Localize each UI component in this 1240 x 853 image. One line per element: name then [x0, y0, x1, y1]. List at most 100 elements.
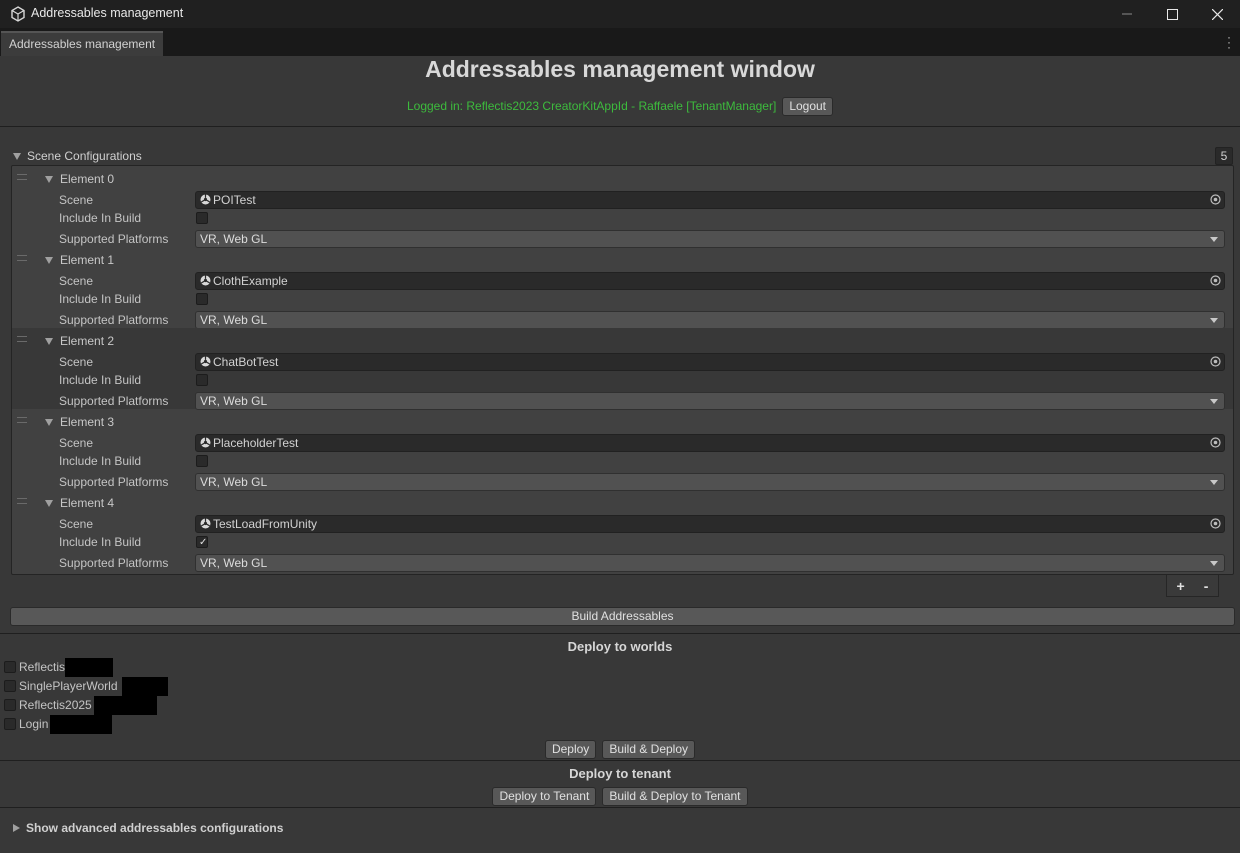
divider — [0, 807, 1240, 808]
scene-configurations-list: Element 0 Scene POITest Include In Build Sup… — [11, 165, 1234, 575]
drag-handle-icon[interactable] — [17, 174, 27, 180]
logout-button[interactable]: Logout — [782, 96, 834, 116]
deploy-tenant-title: Deploy to tenant — [569, 766, 671, 781]
scene-object-field[interactable]: TestLoadFromUnity — [195, 515, 1225, 533]
maximize-button[interactable] — [1149, 0, 1195, 28]
include-in-build-checkbox[interactable] — [196, 374, 208, 386]
include-in-build-checkbox[interactable]: ✓ — [196, 536, 208, 548]
scene-object-field[interactable]: ClothExample — [195, 272, 1225, 290]
include-in-build-checkbox[interactable] — [196, 212, 208, 224]
deploy-worlds-title: Deploy to worlds — [567, 639, 673, 654]
scene-object-field[interactable]: ChatBotTest — [195, 353, 1225, 371]
more-options-icon[interactable]: · · · — [1226, 31, 1232, 53]
list-element: Element 3 Scene PlaceholderTest Include In … — [12, 409, 1233, 491]
unity-app-icon — [11, 6, 25, 22]
element-title: Element 1 — [60, 253, 115, 267]
foldout-arrow-icon — [45, 337, 53, 345]
close-icon — [1211, 8, 1223, 20]
build-addressables-button[interactable]: Build Addressables — [10, 607, 1235, 626]
element-title: Element 3 — [60, 415, 115, 429]
world-checkbox[interactable] — [4, 661, 16, 673]
element-foldout[interactable]: Element 1 — [45, 253, 114, 267]
window-title: Addressables management — [31, 6, 184, 20]
close-button[interactable] — [1194, 0, 1240, 28]
divider — [0, 126, 1240, 127]
object-picker-icon[interactable] — [1210, 356, 1221, 367]
chevron-down-icon — [1210, 399, 1218, 404]
login-row: Logged in: Reflectis2023 CreatorKitAppId… — [0, 96, 1240, 116]
redacted-id — [65, 657, 114, 677]
object-picker-icon[interactable] — [1210, 518, 1221, 529]
advanced-configurations-foldout[interactable]: Show advanced addressables configuration… — [13, 821, 283, 835]
chevron-down-icon — [1210, 480, 1218, 485]
world-name: Reflectis — [19, 660, 66, 674]
add-element-button[interactable]: + — [1177, 578, 1185, 594]
supported-platforms-label: Supported Platforms — [59, 394, 169, 408]
object-picker-icon[interactable] — [1210, 275, 1221, 286]
platforms-value: VR, Web GL — [200, 232, 268, 246]
include-in-build-checkbox[interactable] — [196, 455, 208, 467]
supported-platforms-dropdown[interactable]: VR, Web GL — [195, 554, 1225, 572]
supported-platforms-dropdown[interactable]: VR, Web GL — [195, 311, 1225, 329]
world-checkbox[interactable] — [4, 699, 16, 711]
scene-object-field[interactable]: PlaceholderTest — [195, 434, 1225, 452]
advanced-configurations-label: Show advanced addressables configuration… — [26, 821, 284, 835]
world-name: Login — [19, 717, 49, 731]
supported-platforms-dropdown[interactable]: VR, Web GL — [195, 473, 1225, 491]
include-in-build-label: Include In Build — [59, 211, 142, 225]
list-element: Element 1 Scene ClothExample Include In Bui… — [12, 247, 1233, 329]
element-foldout[interactable]: Element 4 — [45, 496, 114, 510]
minimize-button[interactable] — [1104, 0, 1150, 28]
remove-element-button[interactable]: - — [1204, 578, 1209, 594]
world-row-login[interactable]: Login — [4, 714, 113, 734]
object-picker-icon[interactable] — [1210, 194, 1221, 205]
unity-scene-icon — [200, 356, 211, 367]
scene-configurations-foldout[interactable]: Scene Configurations — [13, 149, 142, 163]
world-row-reflectis2025[interactable]: Reflectis2025 — [4, 695, 157, 715]
scene-label: Scene — [59, 355, 94, 369]
array-size-field[interactable]: 5 — [1215, 147, 1233, 165]
deploy-to-tenant-button[interactable]: Deploy to Tenant — [492, 787, 597, 806]
element-foldout[interactable]: Element 0 — [45, 172, 114, 186]
foldout-arrow-icon — [45, 499, 53, 507]
build-and-deploy-button[interactable]: Build & Deploy — [602, 740, 696, 759]
redacted-id — [121, 676, 168, 696]
drag-handle-icon[interactable] — [17, 336, 27, 342]
scene-value: POITest — [213, 193, 256, 207]
chevron-down-icon — [1210, 318, 1218, 323]
foldout-arrow-icon — [13, 152, 21, 160]
redacted-id — [93, 695, 157, 715]
world-row-singleplayerworld[interactable]: SinglePlayerWorld — [4, 676, 168, 696]
include-in-build-label: Include In Build — [59, 454, 142, 468]
deploy-worlds-actions: Deploy Build & Deploy — [0, 740, 1240, 759]
world-row-reflectis[interactable]: Reflectis — [4, 657, 114, 677]
world-checkbox[interactable] — [4, 718, 16, 730]
include-in-build-checkbox[interactable] — [196, 293, 208, 305]
supported-platforms-dropdown[interactable]: VR, Web GL — [195, 392, 1225, 410]
scene-label: Scene — [59, 193, 94, 207]
list-element: Element 4 Scene TestLoadFromUnity Include I… — [12, 490, 1233, 572]
drag-handle-icon[interactable] — [17, 255, 27, 261]
element-foldout[interactable]: Element 2 — [45, 334, 114, 348]
element-foldout[interactable]: Element 3 — [45, 415, 114, 429]
unity-scene-icon — [200, 275, 211, 286]
supported-platforms-dropdown[interactable]: VR, Web GL — [195, 230, 1225, 248]
foldout-arrow-icon — [45, 175, 53, 183]
world-checkbox[interactable] — [4, 680, 16, 692]
unity-scene-icon — [200, 518, 211, 529]
scene-label: Scene — [59, 436, 94, 450]
include-in-build-label: Include In Build — [59, 292, 142, 306]
scene-object-field[interactable]: POITest — [195, 191, 1225, 209]
build-and-deploy-to-tenant-button[interactable]: Build & Deploy to Tenant — [602, 787, 748, 806]
drag-handle-icon[interactable] — [17, 498, 27, 504]
foldout-arrow-icon — [45, 418, 53, 426]
object-picker-icon[interactable] — [1210, 437, 1221, 448]
tab-addressables-management[interactable]: Addressables management — [1, 31, 164, 56]
platforms-value: VR, Web GL — [200, 313, 268, 327]
platforms-value: VR, Web GL — [200, 394, 268, 408]
element-title: Element 0 — [60, 172, 115, 186]
deploy-button[interactable]: Deploy — [544, 740, 597, 759]
list-element: Element 2 Scene ChatBotTest Include In Buil… — [12, 328, 1233, 410]
list-add-remove-controls: + - — [1166, 575, 1219, 597]
drag-handle-icon[interactable] — [17, 417, 27, 423]
